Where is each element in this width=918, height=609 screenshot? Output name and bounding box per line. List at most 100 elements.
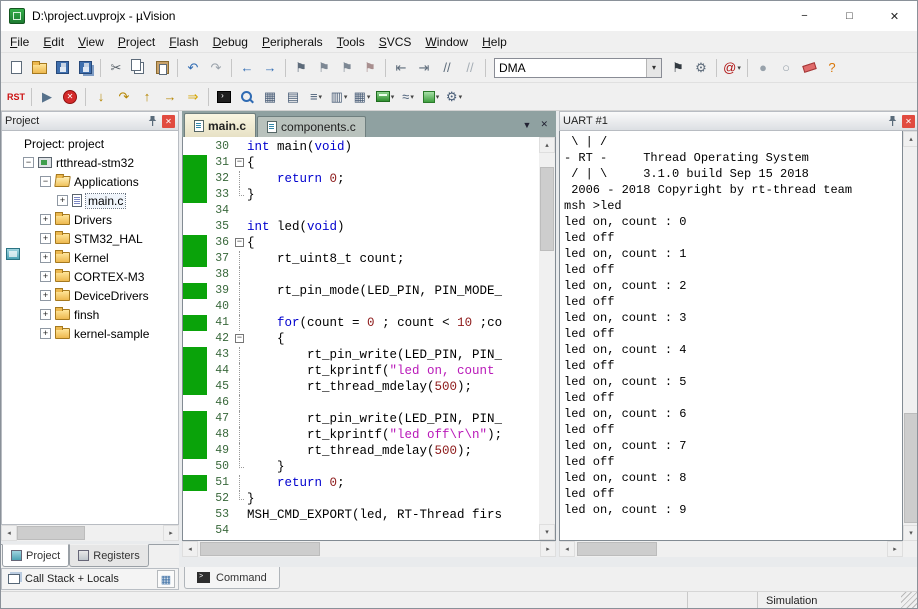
step-over-icon[interactable]: ↷: [113, 86, 135, 108]
editor-vscrollbar[interactable]: ▴ ▾: [539, 137, 555, 540]
redo-icon[interactable]: ↷: [205, 57, 227, 79]
tree-item-applications[interactable]: −Applications: [2, 172, 178, 191]
scroll-right-icon[interactable]: ▸: [887, 541, 903, 557]
scroll-right-icon[interactable]: ▸: [163, 525, 179, 541]
analysis-window-icon[interactable]: ≈▾: [397, 86, 419, 108]
tab-registers[interactable]: Registers: [69, 544, 148, 567]
chevron-down-icon[interactable]: ▾: [391, 93, 395, 101]
chevron-down-icon[interactable]: ▾: [737, 64, 741, 72]
scroll-thumb[interactable]: [904, 413, 918, 523]
scroll-track[interactable]: [575, 541, 887, 557]
save-icon[interactable]: [51, 57, 73, 79]
tab-main-c[interactable]: main.c: [184, 113, 256, 137]
watch-window-icon[interactable]: ▥▾: [328, 86, 350, 108]
menu-item-edit[interactable]: Edit: [36, 32, 71, 52]
expand-icon[interactable]: +: [40, 214, 51, 225]
menu-item-tools[interactable]: Tools: [330, 32, 372, 52]
tree-item-rtthread-stm32[interactable]: −rtthread-stm32: [2, 153, 178, 172]
enable-breakpoint-icon[interactable]: ○: [775, 57, 797, 79]
chevron-down-icon[interactable]: ▾: [436, 93, 440, 101]
stop-icon[interactable]: ✕: [59, 86, 81, 108]
comment-icon[interactable]: //: [436, 57, 458, 79]
copy-icon[interactable]: [128, 57, 150, 79]
chevron-down-icon[interactable]: ▾: [344, 93, 348, 101]
open-folder-icon[interactable]: [28, 57, 50, 79]
close-icon[interactable]: ✕: [162, 115, 175, 128]
reset-icon[interactable]: RST: [5, 86, 27, 108]
scroll-thumb[interactable]: [17, 526, 85, 540]
expand-icon[interactable]: +: [57, 195, 68, 206]
scroll-thumb[interactable]: [540, 167, 554, 251]
bookmark-prev-icon[interactable]: ⚑: [313, 57, 335, 79]
step-into-icon[interactable]: ↓: [90, 86, 112, 108]
options-for-target-icon[interactable]: ⚑: [667, 57, 689, 79]
scroll-thumb[interactable]: [577, 542, 657, 556]
tree-item-drivers[interactable]: +Drivers: [2, 210, 178, 229]
menu-item-project[interactable]: Project: [111, 32, 162, 52]
expand-icon[interactable]: +: [40, 309, 51, 320]
tree-item-devicedrivers[interactable]: +DeviceDrivers: [2, 286, 178, 305]
at-symbol-menu-icon[interactable]: @▾: [721, 57, 743, 79]
bookmark-clear-icon[interactable]: ⚑: [359, 57, 381, 79]
scroll-left-icon[interactable]: ◂: [559, 541, 575, 557]
tree-item-stm32-hal[interactable]: +STM32_HAL: [2, 229, 178, 248]
uart-panel-header[interactable]: UART #1 ✕: [559, 111, 918, 131]
close-document-icon[interactable]: ✕: [540, 119, 548, 130]
registers-window-icon[interactable]: ▤: [282, 86, 304, 108]
scroll-right-icon[interactable]: ▸: [540, 541, 556, 557]
system-viewer-icon[interactable]: ▾: [420, 86, 442, 108]
expand-icon[interactable]: +: [40, 252, 51, 263]
indent-icon[interactable]: ⇥: [413, 57, 435, 79]
show-current-statement-icon[interactable]: ⇒: [182, 86, 204, 108]
paste-icon[interactable]: [151, 57, 173, 79]
uart-vscrollbar[interactable]: ▴ ▾: [903, 131, 918, 541]
tab-components-c[interactable]: components.c: [257, 116, 366, 137]
configure-target-icon[interactable]: ⚙: [690, 57, 712, 79]
pin-icon[interactable]: [145, 114, 159, 128]
menu-item-peripherals[interactable]: Peripherals: [255, 32, 330, 52]
expand-icon[interactable]: +: [40, 328, 51, 339]
undo-icon[interactable]: ↶: [182, 57, 204, 79]
menu-item-flash[interactable]: Flash: [162, 32, 205, 52]
tab-project[interactable]: Project: [2, 544, 69, 567]
run-to-cursor-icon[interactable]: →: [159, 86, 181, 108]
scroll-track[interactable]: [539, 153, 555, 524]
window-list-icon[interactable]: ▼: [523, 120, 532, 130]
pin-icon[interactable]: [885, 114, 899, 128]
menu-item-file[interactable]: File: [3, 32, 36, 52]
scroll-left-icon[interactable]: ◂: [1, 525, 17, 541]
menu-item-svcs[interactable]: SVCS: [372, 32, 419, 52]
bookmark-next-icon[interactable]: ⚑: [336, 57, 358, 79]
cut-icon[interactable]: ✂: [105, 57, 127, 79]
chevron-down-icon[interactable]: ▾: [367, 93, 371, 101]
insert-breakpoint-icon[interactable]: ●: [752, 57, 774, 79]
scroll-thumb[interactable]: [200, 542, 320, 556]
unindent-icon[interactable]: ⇤: [390, 57, 412, 79]
new-file-icon[interactable]: [5, 57, 27, 79]
close-button[interactable]: ✕: [872, 1, 917, 31]
scroll-up-icon[interactable]: ▴: [539, 137, 555, 153]
project-hscrollbar[interactable]: ◂ ▸: [1, 525, 179, 541]
menu-item-view[interactable]: View: [71, 32, 111, 52]
tree-item-kernel-sample[interactable]: +kernel-sample: [2, 324, 178, 343]
scroll-track[interactable]: [17, 525, 163, 541]
fold-collapse-icon[interactable]: −: [235, 158, 244, 167]
run-icon[interactable]: ▶: [36, 86, 58, 108]
disassembly-window-icon[interactable]: [236, 86, 258, 108]
fold-collapse-icon[interactable]: −: [235, 238, 244, 247]
grid-view-icon[interactable]: ▦: [157, 570, 175, 588]
callstack-tab[interactable]: Call Stack + Locals ▦: [1, 568, 179, 590]
bookmark-toggle-icon[interactable]: ⚑: [290, 57, 312, 79]
chevron-down-icon[interactable]: ▾: [459, 93, 463, 101]
editor-body[interactable]: 30int main(void)31−{32 return 0;33}3435i…: [182, 137, 556, 541]
uncomment-icon[interactable]: //: [459, 57, 481, 79]
symbol-window-icon[interactable]: ▦: [259, 86, 281, 108]
command-window-icon[interactable]: ›: [213, 86, 235, 108]
help-icon[interactable]: ?: [821, 57, 843, 79]
uart-output[interactable]: \ | /- RT - Thread Operating System / | …: [559, 131, 903, 541]
tree-item-kernel[interactable]: +Kernel: [2, 248, 178, 267]
command-tab[interactable]: > Command: [184, 567, 280, 589]
chevron-down-icon[interactable]: ▾: [319, 93, 323, 101]
expand-icon[interactable]: +: [40, 271, 51, 282]
scroll-track[interactable]: [198, 541, 540, 557]
